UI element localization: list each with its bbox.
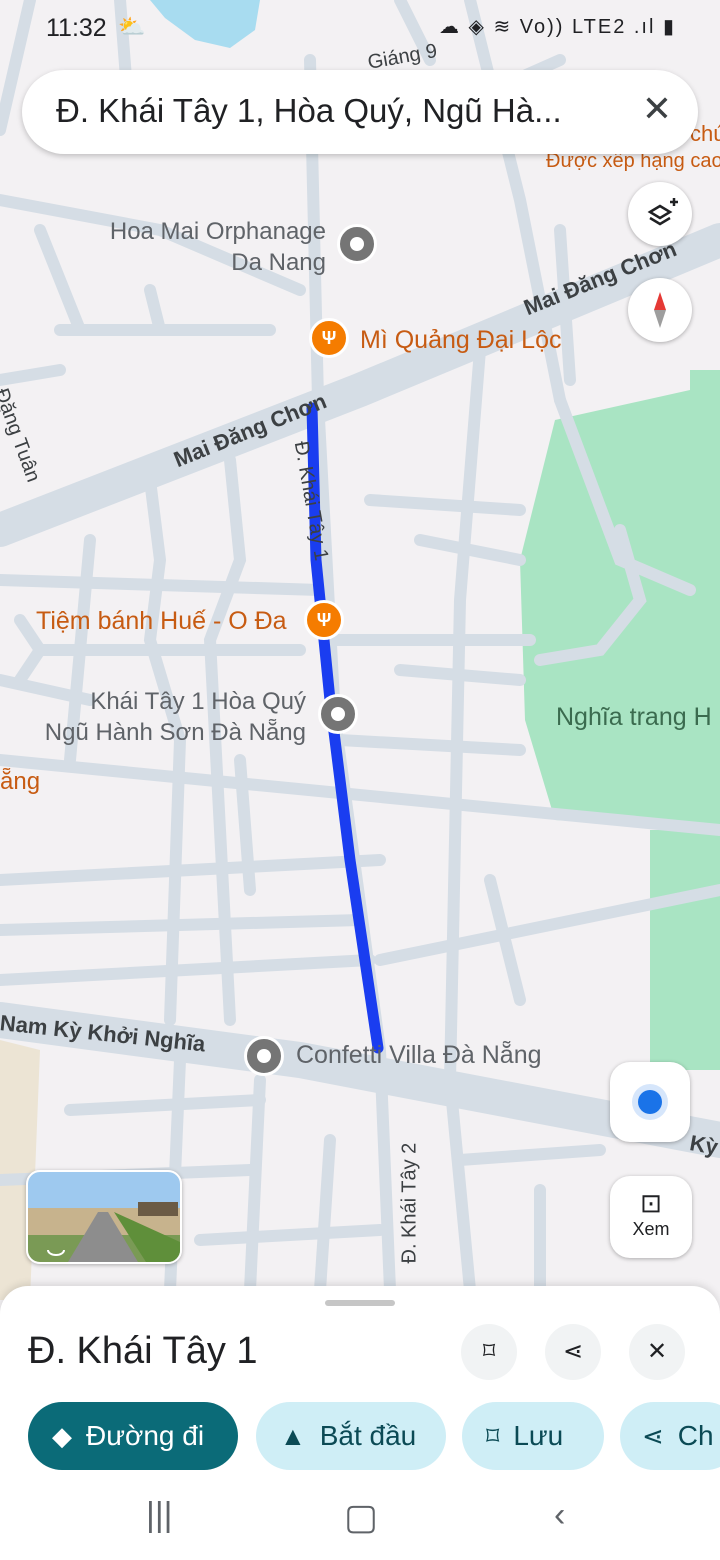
recent-apps-icon[interactable]: |||	[146, 1496, 173, 1535]
start-button[interactable]: ▲ Bắt đầu	[256, 1402, 446, 1470]
poi-label-orphanage[interactable]: Hoa Mai Orphanage Da Nang	[88, 216, 326, 278]
close-sheet-button[interactable]: ✕	[629, 1324, 685, 1380]
street-view-thumbnail[interactable]	[26, 1170, 182, 1264]
location-dot-icon	[638, 1090, 662, 1114]
restaurant-pin-icon[interactable]: Ψ	[304, 600, 344, 640]
share-button[interactable]: ⋖	[545, 1324, 601, 1380]
poi-label-tiem-banh[interactable]: Tiệm bánh Huế - O Đa	[36, 606, 287, 637]
compass-icon	[654, 292, 666, 328]
home-icon[interactable]: ▢	[344, 1496, 378, 1538]
xem-button[interactable]: ⊡ Xem	[610, 1176, 692, 1258]
directions-label: Đường đi	[86, 1420, 205, 1451]
share-label: Ch	[677, 1420, 714, 1451]
poi-label-fragment: ẵng	[0, 768, 41, 795]
directions-icon: ◆	[52, 1421, 72, 1451]
place-pin-icon[interactable]	[244, 1036, 284, 1076]
poi-label-khai-tay[interactable]: Khái Tây 1 Hòa Quý Ngũ Hành Sơn Đà Nẵng	[20, 686, 306, 748]
place-title: Đ. Khái Tây 1	[28, 1330, 258, 1372]
street-view-image	[47, 1202, 180, 1262]
road-label: Đ. Khái Tây 2	[398, 1142, 421, 1264]
start-label: Bắt đầu	[319, 1420, 417, 1451]
poi-label-mi-quang[interactable]: Mì Quảng Đại Lộc	[360, 325, 562, 356]
back-icon[interactable]: ‹	[554, 1496, 565, 1535]
close-icon: ✕	[646, 1338, 668, 1365]
camera-lens-icon: ⊡	[640, 1188, 662, 1218]
place-pin-icon[interactable]	[337, 224, 377, 264]
directions-button[interactable]: ◆ Đường đi	[28, 1402, 238, 1470]
bookmark-icon: ⌑	[486, 1421, 500, 1451]
partly-cloudy-icon: ⛅	[118, 14, 146, 39]
save-label: Lưu	[513, 1420, 564, 1451]
status-time: 11:32	[46, 14, 107, 42]
drag-handle[interactable]	[325, 1300, 395, 1306]
system-nav-bar: ||| ▢ ‹	[0, 1480, 720, 1560]
place-pin-icon[interactable]	[318, 694, 358, 734]
search-bar[interactable]: Đ. Khái Tây 1, Hòa Quý, Ngũ Hà... ✕	[22, 70, 698, 154]
my-location-button[interactable]	[610, 1062, 690, 1142]
layers-icon	[647, 198, 678, 226]
poi-label-confetti[interactable]: Confetti Villa Đà Nẵng	[296, 1040, 542, 1071]
poi-label-nghia-trang[interactable]: Nghĩa trang H	[556, 702, 712, 733]
search-input[interactable]: Đ. Khái Tây 1, Hòa Quý, Ngũ Hà...	[56, 92, 616, 130]
xem-label: Xem	[632, 1219, 670, 1239]
close-icon[interactable]: ✕	[642, 88, 672, 130]
status-bar: 11:32 ⛅ ☁ ◈ ≋ Vo)) LTE2 .ıl ▮	[0, 0, 720, 56]
navigation-arrow-icon: ▲	[280, 1421, 306, 1451]
share-icon: ⋖	[562, 1338, 584, 1365]
restaurant-pin-icon[interactable]: Ψ	[309, 318, 349, 358]
compass-button[interactable]	[628, 278, 692, 342]
layers-button[interactable]	[628, 182, 692, 246]
save-button[interactable]: ⌑ Lưu	[462, 1402, 604, 1470]
status-icons: ☁ ◈ ≋ Vo)) LTE2 .ıl ▮	[438, 16, 676, 38]
road-label: Kỳ	[687, 1130, 720, 1160]
bookmark-icon: ⌑	[482, 1338, 496, 1365]
share-chip-button[interactable]: ⋖ Ch	[620, 1402, 720, 1470]
bookmark-button[interactable]: ⌑	[461, 1324, 517, 1380]
share-icon: ⋖	[642, 1421, 664, 1451]
